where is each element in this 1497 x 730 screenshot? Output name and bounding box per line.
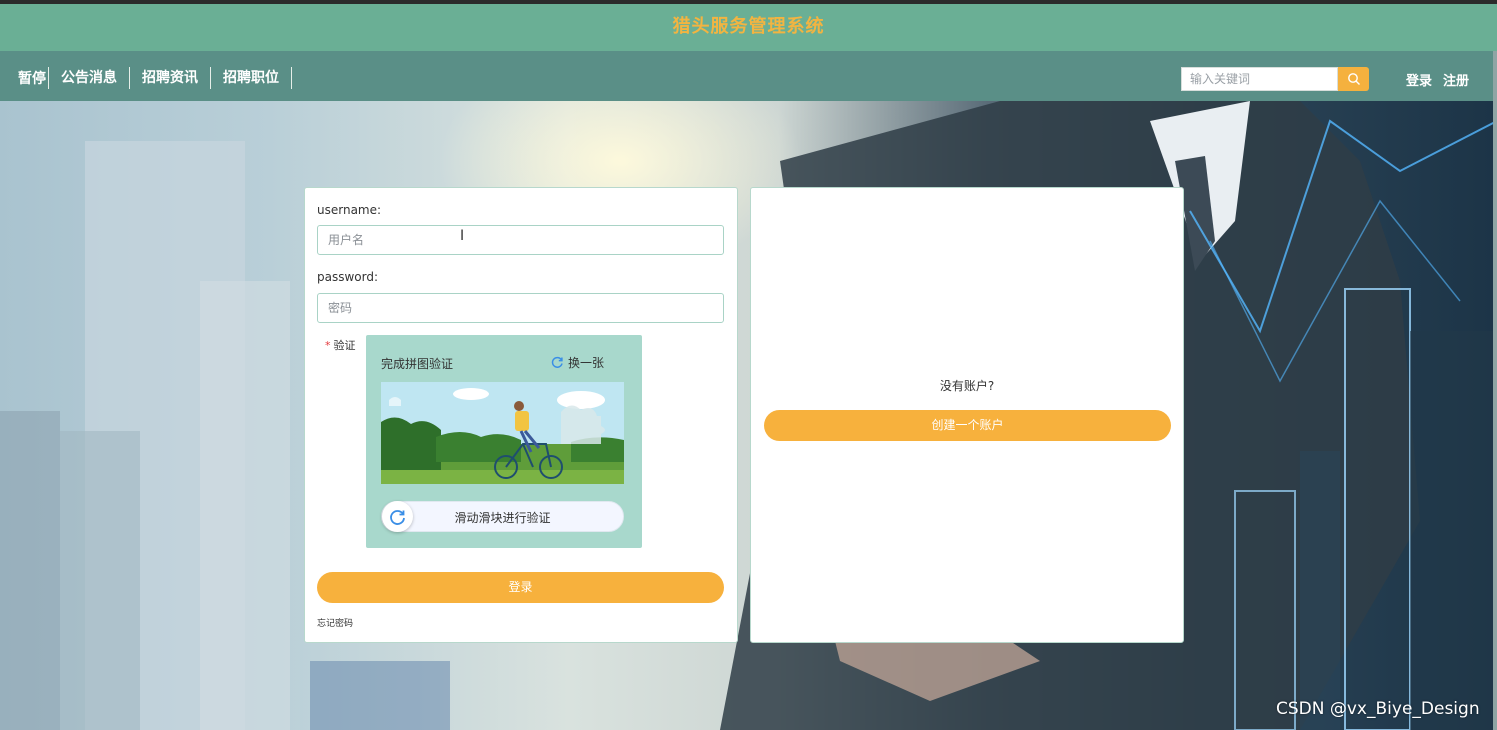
verify-label-text: 验证 [333, 339, 356, 352]
auth-links: 登录 注册 [1406, 70, 1469, 89]
text-cursor-icon: I [460, 228, 465, 244]
slider-text: 滑动滑块进行验证 [454, 511, 551, 525]
no-account-text: 没有账户? [939, 379, 995, 393]
captcha-slider[interactable]: 滑动滑块进行验证 [381, 501, 624, 532]
login-panel: username: password: *验证 完成拼图验证 换一张 [304, 187, 738, 643]
login-button[interactable]: 登录 [317, 572, 724, 603]
forgot-password-link[interactable]: 忘记密码 [317, 616, 353, 629]
site-title: 猎头服务管理系统 [672, 16, 825, 37]
background-city-illustration [0, 101, 1497, 730]
title-bar: 猎头服务管理系统 [0, 4, 1497, 51]
captcha-title: 完成拼图验证 [381, 357, 454, 371]
nav-item-recruit-news[interactable]: 招聘资讯 [129, 67, 210, 89]
register-panel: 没有账户? 创建一个账户 [750, 187, 1184, 643]
search-button[interactable] [1338, 67, 1369, 91]
captcha-refresh-button[interactable]: 换一张 [551, 354, 604, 371]
login-link[interactable]: 登录 [1406, 70, 1432, 89]
username-input[interactable] [317, 225, 724, 255]
nav-menu: 暂停 公告消息 招聘资讯 招聘职位 [18, 67, 292, 89]
slider-refresh-icon [389, 509, 405, 525]
captcha-refresh-label: 换一张 [568, 356, 605, 370]
slider-handle[interactable] [382, 501, 413, 532]
captcha-box: 完成拼图验证 换一张 滑动滑块进行验证 [366, 335, 642, 548]
verify-label: * 验证 [325, 337, 356, 353]
nav-item-job-positions[interactable]: 招聘职位 [210, 67, 292, 89]
create-account-button[interactable]: 创建一个账户 [764, 410, 1171, 441]
required-star: * [325, 339, 331, 352]
register-link[interactable]: 注册 [1443, 70, 1469, 89]
search-icon [1347, 73, 1360, 85]
nav-item-announcements[interactable]: 公告消息 [48, 67, 129, 89]
background-image [0, 101, 1497, 730]
password-label: password: [317, 270, 379, 284]
refresh-icon [551, 356, 563, 368]
username-label: username: [317, 203, 382, 217]
password-input[interactable] [317, 293, 724, 323]
watermark: CSDN @vx_Biye_Design [1276, 699, 1480, 719]
nav-logo[interactable]: 暂停 [18, 68, 46, 88]
captcha-puzzle-image [381, 382, 624, 484]
page-scrollbar[interactable] [1493, 51, 1497, 730]
search-input[interactable] [1181, 67, 1338, 91]
